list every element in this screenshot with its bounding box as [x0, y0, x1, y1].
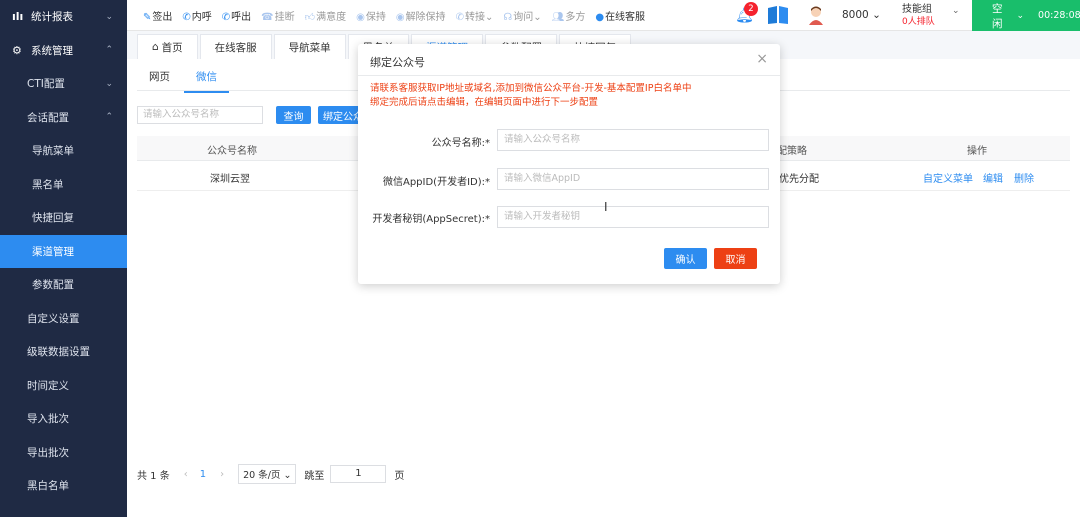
transfer-button[interactable]: ✆转接⌄: [452, 8, 498, 23]
sidebar-item-import[interactable]: 导入批次: [0, 402, 127, 436]
conference-button[interactable]: 👥︎多方: [548, 8, 590, 23]
signout-button[interactable]: ✎签出: [139, 8, 176, 23]
home-icon: ⌂: [152, 41, 159, 53]
appid-label: 微信AppID(开发者ID):*: [382, 177, 490, 188]
sidebar-item-bw-list[interactable]: 黑白名单: [0, 469, 127, 503]
chevron-down-icon: ⌄: [105, 11, 113, 22]
top-toolbar: ✎签出 ✆内呼 ✆呼出 ☎挂断 👍︎满意度 ◉保持 ◉解除保持 ✆转接⌄ ☊询问…: [127, 0, 1080, 31]
total-count: 共 1 条: [137, 470, 170, 482]
search-input[interactable]: 请输入公众号名称: [137, 106, 263, 124]
book-icon[interactable]: [767, 5, 789, 25]
sidebar-item-blacklist[interactable]: 黑名单: [0, 168, 127, 202]
internal-call-button[interactable]: ✆内呼: [178, 8, 215, 23]
dialog-title: 绑定公众号: [370, 56, 425, 69]
pagination: 共 1 条 ‹ 1 › 20 条/页 ⌄ 跳至 1 页: [137, 464, 404, 484]
next-page-button[interactable]: ›: [220, 469, 224, 480]
chevron-up-icon: ⌃: [105, 112, 113, 123]
appsecret-label: 开发者秘钥(AppSecret):*: [372, 214, 490, 225]
satisfaction-button[interactable]: 👍︎满意度: [301, 8, 350, 23]
chevron-down-icon: ⌄: [105, 78, 113, 89]
sidebar-item-stats[interactable]: ılı 统计报表 ⌄: [0, 0, 127, 34]
avatar-icon[interactable]: [807, 5, 825, 25]
outbound-call-button[interactable]: ✆呼出: [218, 8, 255, 23]
text-cursor-icon: I: [604, 200, 608, 214]
skill-group[interactable]: 技能组 0人排队: [902, 3, 935, 29]
column-header: 操作: [967, 146, 987, 157]
online-service-button[interactable]: ●在线客服: [591, 8, 649, 23]
sidebar-item-quick-reply[interactable]: 快捷回复: [0, 201, 127, 235]
pen-icon: ✎: [143, 11, 152, 23]
extension-dropdown[interactable]: 8000 ⌄: [842, 9, 881, 21]
agent-status-button[interactable]: 空闲 ⌄ 00:28:08: [972, 0, 1080, 31]
status-timer: 00:28:08: [1038, 10, 1080, 21]
tab-home[interactable]: ⌂ 首页: [137, 34, 198, 59]
goto-page-input[interactable]: 1: [330, 465, 387, 483]
notification-badge: 2: [744, 2, 758, 16]
page-number[interactable]: 1: [200, 469, 206, 480]
account-name: 深圳云翌: [210, 174, 250, 185]
query-button[interactable]: 查询: [276, 106, 311, 124]
pause-icon: ◉: [356, 11, 365, 23]
delete-link[interactable]: 删除: [1014, 170, 1034, 185]
phone-icon: ✆: [182, 11, 191, 23]
sidebar-item-cti[interactable]: CTI配置 ⌄: [0, 67, 127, 101]
transfer-icon: ✆: [455, 11, 464, 23]
sidebar-item-system[interactable]: ⚙ 系统管理 ⌃: [0, 34, 127, 68]
page-size-select[interactable]: 20 条/页 ⌄: [238, 464, 297, 484]
tab-nav-menu[interactable]: 导航菜单: [273, 34, 346, 59]
sidebar: ılı 统计报表 ⌄ ⚙ 系统管理 ⌃ CTI配置 ⌄ 会话配置 ⌃ 导航菜单 …: [0, 0, 127, 517]
hold-button[interactable]: ◉保持: [352, 8, 390, 23]
headset-icon: ☊: [503, 11, 513, 23]
notice-text: 请联系客服获取IP地址或域名,添加到微信公众平台-开发-基本配置IP白名单中 绑…: [370, 83, 692, 108]
column-header: 公众号名称: [207, 146, 257, 157]
close-icon[interactable]: ×: [756, 51, 768, 67]
consult-button[interactable]: ☊询问⌄: [499, 8, 545, 23]
gear-icon: ⚙: [12, 43, 22, 57]
cancel-button[interactable]: 取消: [714, 248, 757, 269]
sidebar-item-params[interactable]: 参数配置: [0, 268, 127, 302]
account-name-input[interactable]: 请输入公众号名称: [497, 129, 769, 151]
bar-chart-icon: ılı: [12, 10, 24, 24]
account-name-label: 公众号名称:*: [431, 138, 490, 149]
tab-online-service[interactable]: 在线客服: [199, 34, 272, 59]
sidebar-item-time[interactable]: 时间定义: [0, 369, 127, 403]
sidebar-item-session[interactable]: 会话配置 ⌃: [0, 101, 127, 135]
hangup-button[interactable]: ☎挂断: [257, 8, 298, 23]
chevron-down-icon: ⌄: [1016, 10, 1025, 21]
chevron-up-icon: ⌃: [105, 45, 113, 56]
confirm-button[interactable]: 确认: [664, 248, 707, 269]
chevron-down-icon[interactable]: ⌄: [952, 6, 960, 16]
sidebar-item-channel[interactable]: 渠道管理: [0, 234, 127, 268]
sidebar-item-cascade[interactable]: 级联数据设置: [0, 335, 127, 369]
sidebar-item-nav-menu[interactable]: 导航菜单: [0, 134, 127, 168]
sidebar-item-export[interactable]: 导出批次: [0, 436, 127, 470]
appsecret-input[interactable]: 请输入开发者秘钥: [497, 206, 769, 228]
custom-menu-link[interactable]: 自定义菜单: [923, 170, 973, 185]
play-icon: ◉: [395, 11, 405, 23]
bind-account-dialog: 绑定公众号 × 请联系客服获取IP地址或域名,添加到微信公众平台-开发-基本配置…: [358, 44, 780, 284]
prev-page-button[interactable]: ‹: [184, 469, 188, 480]
edit-link[interactable]: 编辑: [983, 170, 1003, 185]
sidebar-item-custom[interactable]: 自定义设置: [0, 302, 127, 336]
drop-icon: ●: [595, 11, 605, 23]
thumbs-up-icon: 👍︎: [304, 11, 316, 23]
group-icon: 👥︎: [551, 11, 565, 23]
hangup-icon: ☎: [261, 11, 274, 23]
phone-icon: ✆: [221, 11, 231, 23]
divider: [358, 75, 780, 76]
appid-input[interactable]: 请输入微信AppID: [497, 168, 769, 190]
unhold-button[interactable]: ◉解除保持: [392, 8, 450, 23]
